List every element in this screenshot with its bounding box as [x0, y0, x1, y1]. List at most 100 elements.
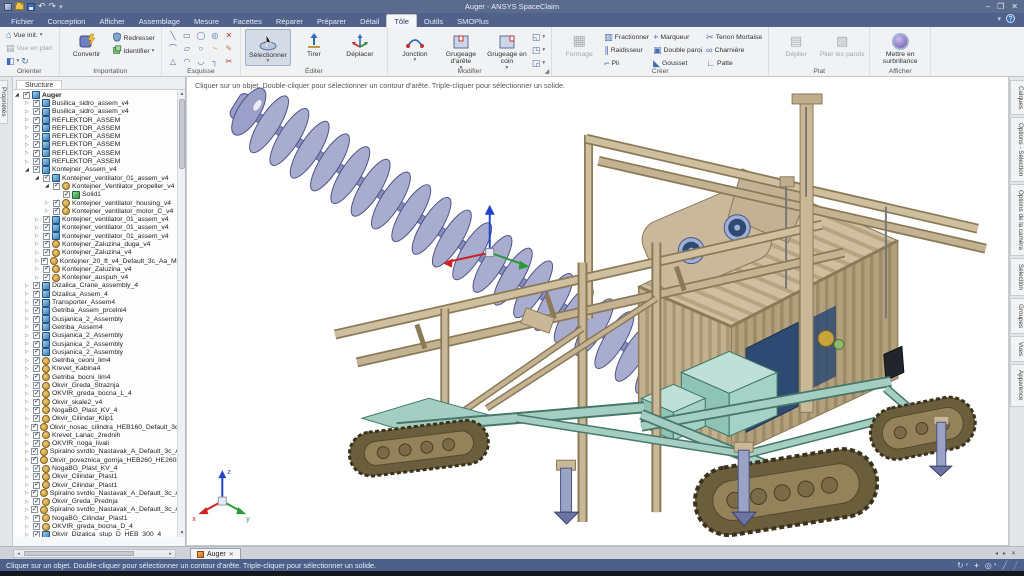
- tree-expander-icon[interactable]: [25, 333, 31, 339]
- tree-expander-icon[interactable]: [25, 532, 31, 537]
- tree-expander-icon[interactable]: [25, 499, 31, 505]
- tree-checkbox[interactable]: [33, 324, 40, 331]
- quick-access-dropdown-icon[interactable]: [59, 2, 63, 11]
- tree-row[interactable]: Okvir_Cilindar_Plast1: [13, 473, 177, 481]
- tree-row[interactable]: Kontejner_ventilator_01_assem_v4: [13, 215, 177, 223]
- right-dock-tab[interactable]: Sélection: [1010, 258, 1024, 296]
- tree-row[interactable]: Kontejner_auspuh_v4: [13, 274, 177, 282]
- tree-checkbox[interactable]: [33, 349, 40, 356]
- tree-row[interactable]: Getriba_Assem_prcelni4: [13, 307, 177, 315]
- tree-expander-icon[interactable]: [25, 300, 31, 306]
- tree-checkbox[interactable]: [43, 175, 50, 182]
- tree-checkbox[interactable]: [33, 498, 40, 505]
- deplacer-button[interactable]: Déplacer: [337, 29, 383, 58]
- tree-row[interactable]: Dizalica_Crane_assembly_4: [13, 282, 177, 290]
- undo-icon[interactable]: [38, 1, 46, 12]
- structure-tab[interactable]: Structure: [16, 80, 62, 89]
- model-viewport[interactable]: Cliquer sur un objet. Double-cliquer pou…: [186, 77, 1009, 546]
- tree-row[interactable]: Spiralno svrdlo_Nastavak_A_Default_3c_A: [13, 489, 177, 497]
- tree-expander-icon[interactable]: [25, 374, 31, 380]
- redo-icon[interactable]: [49, 1, 57, 12]
- tree-row[interactable]: Okvir_nosac_cilindra_HEB160_Default_3c: [13, 423, 177, 431]
- tree-expander-icon[interactable]: [25, 524, 31, 530]
- sketch-tool-icon[interactable]: [222, 42, 236, 55]
- ribbon-tab[interactable]: Tôle: [386, 14, 417, 27]
- tab-scroll-left-icon[interactable]: ◂: [995, 550, 998, 557]
- tree-checkbox[interactable]: [33, 291, 40, 298]
- formage-button[interactable]: ▦ Formage: [556, 29, 602, 58]
- tree-expander-icon[interactable]: [25, 474, 31, 480]
- maximize-button[interactable]: ❐: [997, 2, 1004, 11]
- tree-expander-icon[interactable]: [25, 399, 31, 405]
- tree-expander-icon[interactable]: [25, 283, 31, 289]
- ribbon-tab[interactable]: Préparer: [310, 15, 353, 27]
- sketch-tool-icon[interactable]: [208, 55, 222, 68]
- tree-horizontal-scrollbar[interactable]: ◂ ▸: [13, 549, 176, 558]
- modifier-extra-2-button[interactable]: ◳▾: [530, 44, 547, 56]
- grugeage-arete-button[interactable]: Grugeage d'arête ▾: [438, 29, 484, 72]
- tree-row[interactable]: Okvir_Greda_Straznja: [13, 381, 177, 389]
- tree-expander-icon[interactable]: [35, 250, 41, 256]
- tree-checkbox[interactable]: [33, 158, 40, 165]
- tree-checkbox[interactable]: [31, 448, 38, 455]
- tree-checkbox[interactable]: [43, 233, 50, 240]
- tree-expander-icon[interactable]: [25, 358, 31, 364]
- tree-expander-icon[interactable]: [25, 316, 31, 322]
- tree-row[interactable]: REFLEKTOR_ASSEM: [13, 132, 177, 140]
- tree-expander-icon[interactable]: [25, 383, 31, 389]
- tree-row[interactable]: OKVIR_greda_bocna_D_4: [13, 522, 177, 530]
- tree-checkbox[interactable]: [33, 440, 40, 447]
- tree-row[interactable]: REFLEKTOR_ASSEM: [13, 157, 177, 165]
- tree-checkbox[interactable]: [33, 432, 40, 439]
- vue-en-plan-button[interactable]: ▤ Vue en plan: [4, 42, 55, 54]
- tree-checkbox[interactable]: [53, 208, 60, 215]
- ribbon-tab[interactable]: Mesure: [187, 15, 226, 27]
- sketch-tool-icon[interactable]: [208, 29, 222, 42]
- sketch-tool-icon[interactable]: [166, 29, 180, 42]
- tree-checkbox[interactable]: [31, 457, 38, 464]
- tree-expander-icon[interactable]: [15, 92, 21, 98]
- tree-checkbox[interactable]: [33, 465, 40, 472]
- tree-expander-icon[interactable]: [25, 167, 31, 173]
- tree-expander-icon[interactable]: [25, 125, 31, 131]
- tree-checkbox[interactable]: [33, 531, 40, 537]
- tree-checkbox[interactable]: [33, 117, 40, 124]
- tree-checkbox[interactable]: [43, 241, 50, 248]
- scroll-right-icon[interactable]: ▸: [166, 550, 175, 557]
- tree-checkbox[interactable]: [31, 424, 38, 431]
- tree-checkbox[interactable]: [33, 125, 40, 132]
- ribbon-options-dropdown-icon[interactable]: [997, 14, 1001, 23]
- tree-row[interactable]: Gusjanica_2_Assembly: [13, 340, 177, 348]
- tree-checkbox[interactable]: [43, 216, 50, 223]
- tree-checkbox[interactable]: [33, 515, 40, 522]
- ribbon-tab[interactable]: Fichier: [4, 15, 41, 27]
- tree-expander-icon[interactable]: [25, 341, 31, 347]
- tree-row[interactable]: Getriba_bocni_lim4: [13, 373, 177, 381]
- tree-expander-icon[interactable]: [25, 432, 31, 438]
- tree-row[interactable]: Kontejner_Assem_v4: [13, 166, 177, 174]
- tree-row[interactable]: Okvir_Greda_Prednja: [13, 498, 177, 506]
- marqueur-button[interactable]: +Marqueur: [651, 31, 704, 43]
- tree-checkbox[interactable]: [33, 141, 40, 148]
- ribbon-tab[interactable]: Afficher: [92, 15, 131, 27]
- tree-expander-icon[interactable]: [25, 150, 31, 156]
- crawler-track-left[interactable]: [347, 418, 491, 479]
- tree-expander-icon[interactable]: [25, 441, 31, 447]
- tree-expander-icon[interactable]: [25, 457, 29, 463]
- tree-expander-icon[interactable]: [25, 391, 31, 397]
- ribbon-tab[interactable]: Réparer: [269, 15, 310, 27]
- tree-row[interactable]: Okvir_Dizalica_stup_D_HEB_300_4: [13, 531, 177, 537]
- orient-extra-buttons[interactable]: ◧ ▾ ↻: [4, 55, 55, 67]
- sketch-tool-icon[interactable]: [180, 29, 194, 42]
- tree-checkbox[interactable]: [53, 183, 60, 190]
- tree-expander-icon[interactable]: [25, 134, 31, 140]
- tree-expander-icon[interactable]: [25, 366, 31, 372]
- close-button[interactable]: ✕: [1011, 2, 1018, 11]
- help-icon[interactable]: ?: [1006, 14, 1015, 23]
- tree-expander-icon[interactable]: [25, 308, 31, 314]
- tree-row[interactable]: Gusjanica_2_Assembly: [13, 315, 177, 323]
- tree-checkbox[interactable]: [33, 374, 40, 381]
- charniere-button[interactable]: ∞Charnière: [704, 44, 764, 56]
- tree-checkbox[interactable]: [53, 200, 60, 207]
- tree-expander-icon[interactable]: [25, 424, 29, 430]
